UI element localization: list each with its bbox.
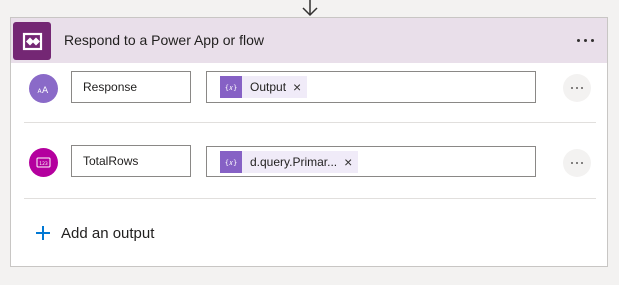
- text-type-icon: A A: [29, 74, 58, 103]
- output-row: A A Response {𝑥} Output ×: [11, 63, 607, 123]
- more-options-icon[interactable]: [571, 27, 601, 53]
- expression-icon: {𝑥}: [220, 76, 242, 98]
- svg-text:{𝑥}: {𝑥}: [225, 159, 238, 167]
- row-divider: [24, 198, 596, 199]
- action-card: Respond to a Power App or flow A A Respo…: [10, 17, 608, 267]
- remove-token-icon[interactable]: ×: [337, 151, 358, 173]
- output-name-field[interactable]: Response: [71, 71, 191, 103]
- remove-token-icon[interactable]: ×: [286, 76, 307, 98]
- token-label: Output: [250, 80, 287, 94]
- dynamic-content-token[interactable]: {𝑥} Output ×: [220, 76, 308, 98]
- output-name-field[interactable]: TotalRows: [71, 145, 191, 177]
- add-output-button[interactable]: Add an output: [36, 219, 154, 247]
- output-row: 123 TotalRows {𝑥} d.query.Primar... ×: [11, 123, 607, 199]
- token-label: d.query.Primar...: [250, 155, 338, 169]
- expression-icon: {𝑥}: [220, 151, 242, 173]
- number-type-icon: 123: [29, 148, 58, 177]
- svg-text:123: 123: [39, 161, 48, 167]
- action-title: Respond to a Power App or flow: [64, 32, 265, 48]
- flow-connector-arrow-icon: [302, 0, 318, 17]
- output-value-field[interactable]: {𝑥} Output ×: [206, 71, 536, 103]
- output-value-field[interactable]: {𝑥} d.query.Primar... ×: [206, 146, 536, 177]
- row-more-options-icon[interactable]: [563, 149, 591, 177]
- action-card-header[interactable]: Respond to a Power App or flow: [11, 18, 607, 63]
- add-output-label: Add an output: [61, 224, 155, 242]
- dynamic-content-token[interactable]: {𝑥} d.query.Primar... ×: [220, 151, 359, 173]
- plus-icon: [36, 226, 50, 240]
- svg-text:{𝑥}: {𝑥}: [225, 84, 238, 92]
- svg-text:A: A: [42, 86, 49, 96]
- power-apps-icon: [13, 22, 51, 60]
- row-more-options-icon[interactable]: [563, 74, 591, 102]
